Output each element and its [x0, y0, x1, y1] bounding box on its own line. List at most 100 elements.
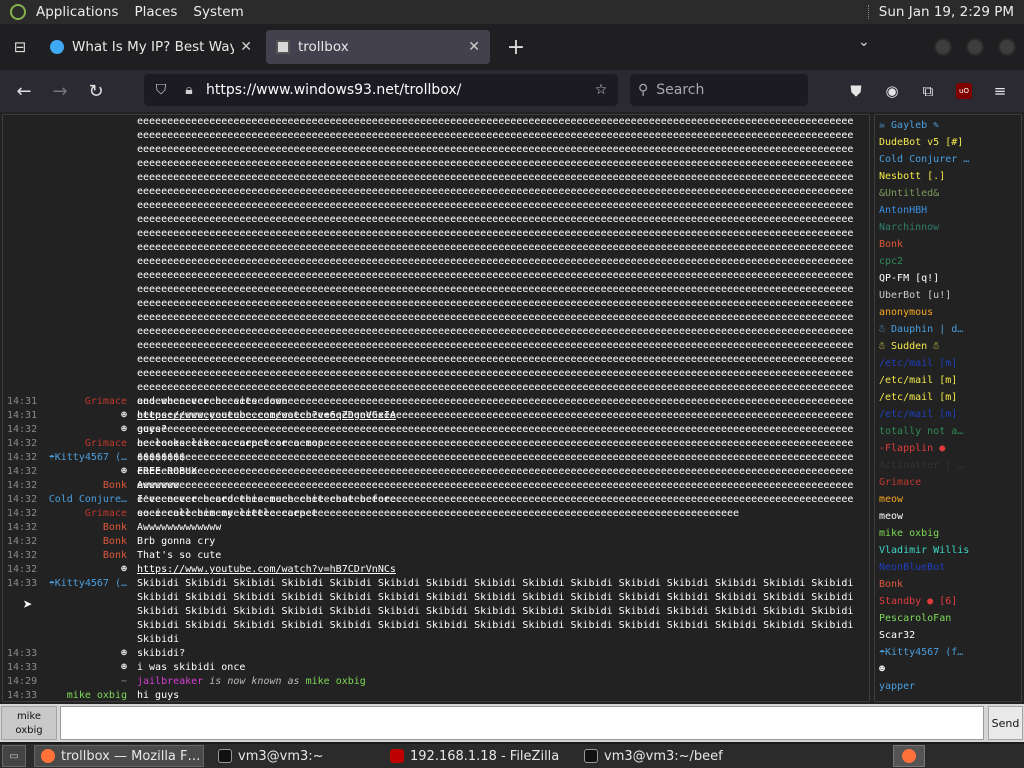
extensions-icon[interactable]: ⧉	[912, 75, 944, 107]
back-icon[interactable]: ←	[6, 76, 42, 106]
message-nick[interactable]: ☻	[35, 465, 127, 479]
close-window-button[interactable]	[998, 38, 1016, 56]
user-list-item[interactable]: ☃ Dauphin | d…	[879, 321, 1019, 338]
user-list-item[interactable]: ☂Kitty4567 (f…	[879, 644, 1019, 661]
user-list-item[interactable]: Standby ● [6]	[879, 593, 1019, 610]
user-list-item[interactable]: DudeBot v5 [#]	[879, 134, 1019, 151]
trollbox-favicon-icon	[276, 40, 290, 54]
minimize-button[interactable]	[934, 38, 952, 56]
clock[interactable]: Sun Jan 19, 2:29 PM	[879, 4, 1014, 20]
user-list-item[interactable]: yapper	[879, 678, 1019, 695]
user-list-item[interactable]: Actinatter | …	[879, 457, 1019, 474]
message-link[interactable]: https://www.youtube.com/watch?v=hB7CDrVn…	[137, 563, 865, 577]
user-list-item[interactable]: /etc/mail [m]	[879, 355, 1019, 372]
show-desktop-button[interactable]: ▭	[2, 745, 26, 767]
message-nick[interactable]: Grimace	[35, 507, 127, 521]
tab-trollbox[interactable]: trollbox ✕	[266, 30, 490, 64]
message-nick[interactable]: mike oxbig	[35, 689, 127, 701]
lock-icon[interactable]: 🔒︎	[178, 82, 200, 98]
user-list-item[interactable]: Bonk	[879, 236, 1019, 253]
user-list-item[interactable]: meow	[879, 491, 1019, 508]
chat-message: 14:33 ☻ skibidi?	[3, 647, 869, 661]
user-list[interactable]: ☠ Gayleb ✎ DudeBot v5 [#] Cold Conjurer … N…	[874, 114, 1022, 702]
user-list-item[interactable]: Scar32	[879, 627, 1019, 644]
message-nick[interactable]: Grimace	[35, 437, 127, 451]
message-nick[interactable]: Bonk	[35, 549, 127, 563]
user-list-item[interactable]: /etc/mail [m]	[879, 389, 1019, 406]
user-list-item[interactable]: QP-FM [q!]	[879, 270, 1019, 287]
search-bar[interactable]: ⚲ Search	[630, 74, 808, 106]
message-nick[interactable]: ☂Kitty4567 (…	[35, 451, 127, 465]
user-list-item[interactable]: ☻	[879, 661, 1019, 678]
taskbar-item[interactable]: trollbox — Mozilla F…	[34, 745, 204, 767]
applications-menu[interactable]: Applications	[28, 0, 126, 24]
chevron-down-icon[interactable]: ⌄	[858, 34, 870, 50]
reload-icon[interactable]: ↻	[78, 76, 114, 106]
user-list-item[interactable]: PescaroloFan	[879, 610, 1019, 627]
message-nick[interactable]: Bonk	[35, 479, 127, 493]
spam-line: eeeeeeeeeeeeeeeeeeeeeeeeeeeeeeeeeeeeeeee…	[137, 256, 854, 267]
message-nick[interactable]: ☻	[35, 661, 127, 675]
user-list-item[interactable]: Narchinnow	[879, 219, 1019, 236]
spam-line: eeeeeeeeeeeeeeeeeeeeeeeeeeeeeeeeeeeeeeee…	[137, 312, 854, 323]
user-list-item[interactable]: /etc/mail [m]	[879, 372, 1019, 389]
user-list-item[interactable]: Bonk	[879, 576, 1019, 593]
places-menu[interactable]: Places	[126, 0, 185, 24]
message-nick[interactable]: ☻	[35, 647, 127, 661]
taskbar-item[interactable]: vm3@vm3:~/beef	[578, 745, 748, 767]
user-list-item[interactable]: AntonHBH	[879, 202, 1019, 219]
user-list-item[interactable]: &Untitled&	[879, 185, 1019, 202]
bookmark-star-icon[interactable]: ☆	[590, 82, 612, 98]
message-nick[interactable]: ☂Kitty4567 (…	[35, 577, 127, 591]
message-nick[interactable]: Grimace	[35, 395, 127, 409]
message-nick[interactable]: ☻	[35, 423, 127, 437]
message-nick[interactable]: ☻	[35, 563, 127, 577]
user-list-item[interactable]: totally not a…	[879, 423, 1019, 440]
user-list-item[interactable]: Nesbott [.]	[879, 168, 1019, 185]
message-text: That's so cute	[137, 550, 222, 561]
url-bar[interactable]: ⛉ 🔒︎ https://www.windows93.net/trollbox/…	[144, 74, 618, 106]
user-list-item[interactable]: Cold Conjurer …	[879, 151, 1019, 168]
send-button[interactable]: Send	[988, 706, 1023, 740]
user-list-item[interactable]: UberBot [u!]	[879, 287, 1019, 304]
user-list-item[interactable]: /etc/mail [m]	[879, 406, 1019, 423]
tab-whatismyip[interactable]: What Is My IP? Best Way To ✕	[40, 30, 262, 64]
taskbar-item[interactable]: vm3@vm3:~	[212, 745, 376, 767]
menu-icon[interactable]: ≡	[984, 75, 1016, 107]
user-list-item[interactable]: ☠ Gayleb ✎	[879, 117, 1019, 134]
message-nick[interactable]: Bonk	[35, 521, 127, 535]
user-list-item[interactable]: -Flapplin ●	[879, 440, 1019, 457]
message-input[interactable]	[60, 706, 984, 740]
distro-logo-icon[interactable]	[10, 4, 26, 20]
user-list-item[interactable]: meow	[879, 508, 1019, 525]
tab-overview-icon[interactable]: ⊟	[0, 24, 40, 70]
message-nick[interactable]: Cold Conjure…	[35, 493, 127, 507]
system-menu[interactable]: System	[185, 0, 251, 24]
user-list-item[interactable]: ☃ Sudden ☃	[879, 338, 1019, 355]
forward-icon[interactable]: →	[42, 76, 78, 106]
url-text[interactable]: https://www.windows93.net/trollbox/	[206, 82, 584, 98]
message-nick[interactable]: ~	[35, 675, 127, 689]
message-nick[interactable]: Bonk	[35, 535, 127, 549]
user-list-item[interactable]: Grimace	[879, 474, 1019, 491]
taskbar-item[interactable]: 192.168.1.18 - FileZilla	[384, 745, 570, 767]
shield-icon[interactable]: ⛉	[150, 82, 172, 98]
user-list-item[interactable]: anonymous	[879, 304, 1019, 321]
close-icon[interactable]: ✕	[468, 39, 480, 55]
ublock-icon[interactable]: uO	[948, 75, 980, 107]
chat-log[interactable]: eeeeeeeeeeeeeeeeeeeeeeeeeeeeeeeeeeeeeeee…	[2, 114, 870, 702]
user-list-item[interactable]: NeonBlueBot	[879, 559, 1019, 576]
maximize-button[interactable]	[966, 38, 984, 56]
user-list-item[interactable]: cpc2	[879, 253, 1019, 270]
new-tab-button[interactable]: +	[498, 30, 534, 64]
chat-message: 14:32 Grimace so i call him my little carp…	[3, 507, 869, 521]
user-list-item[interactable]: Vladimir Willis	[879, 542, 1019, 559]
workspace-switcher[interactable]	[893, 745, 925, 767]
nickname-button[interactable]: mike oxbig	[1, 706, 57, 740]
pocket-icon[interactable]: ⛊	[840, 75, 872, 107]
user-list-item[interactable]: mike oxbig	[879, 525, 1019, 542]
account-icon[interactable]: ◉	[876, 75, 908, 107]
message-link[interactable]: https://www.youtube.com/watch?v=6qZDgnVG…	[137, 409, 865, 423]
message-nick[interactable]: ☻	[35, 409, 127, 423]
close-icon[interactable]: ✕	[240, 39, 252, 55]
